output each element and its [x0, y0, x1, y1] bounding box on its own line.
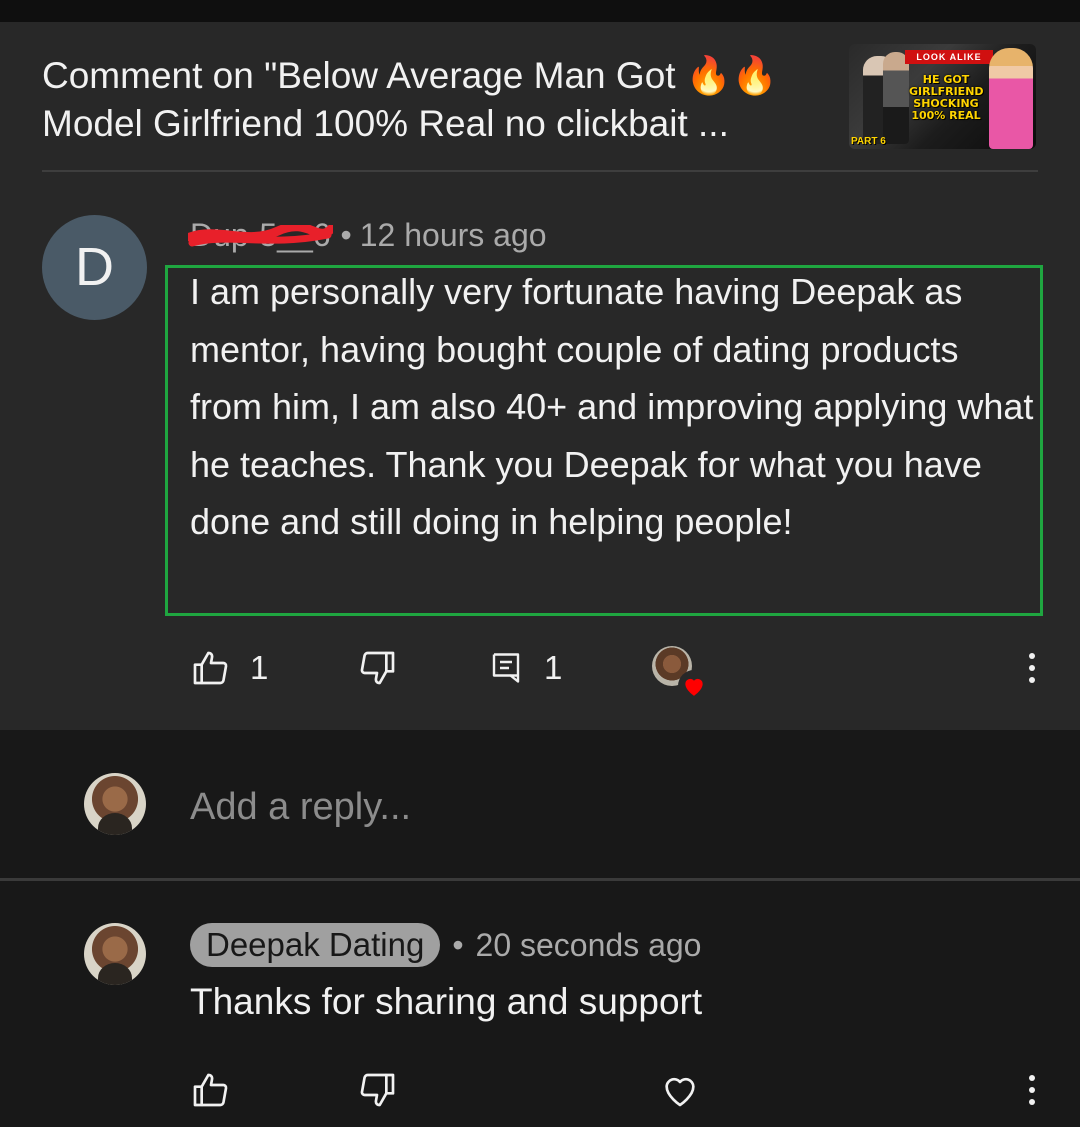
dislike-icon — [360, 1073, 395, 1107]
meta-separator: • — [452, 926, 464, 963]
comment-time: 12 hours ago — [359, 217, 547, 253]
video-thumbnail[interactable]: LOOK ALIKE HE GOT GIRLFRIEND SHOCKING 10… — [849, 44, 1036, 149]
video-title[interactable]: Comment on "Below Average Man Got 🔥🔥Mode… — [42, 52, 842, 148]
reply-bar — [0, 730, 1080, 878]
reply-author-chip[interactable]: Deepak Dating — [190, 923, 441, 967]
commenter-avatar[interactable]: D — [42, 215, 147, 320]
dislike-icon — [360, 651, 395, 685]
thumbnail-caption: HE GOT GIRLFRIEND SHOCKING 100% REAL — [909, 73, 984, 122]
like-icon — [193, 651, 228, 685]
like-button[interactable]: 1 — [190, 640, 268, 696]
thumbnail-person — [883, 52, 909, 144]
reply-text: Thanks for sharing and support — [190, 981, 703, 1022]
comment-actions: 1 1 — [190, 640, 1050, 702]
reply-count: 1 — [544, 649, 563, 686]
reply-meta: Deepak Dating • 20 seconds ago — [190, 923, 701, 967]
reply-button[interactable]: 1 — [488, 640, 562, 696]
heart-icon — [685, 678, 703, 696]
header-divider — [42, 170, 1038, 172]
reply-author-avatar[interactable] — [84, 923, 146, 985]
dislike-button[interactable] — [358, 1062, 398, 1118]
reply-divider — [0, 878, 1080, 881]
reply-time: 20 seconds ago — [475, 926, 702, 963]
user-avatar — [84, 773, 146, 835]
status-strip — [0, 0, 1080, 22]
like-icon — [193, 1073, 228, 1107]
heart-outline-icon — [665, 1077, 695, 1107]
thumbnail-part-label: PART 6 — [851, 136, 886, 147]
like-button[interactable] — [190, 1062, 230, 1118]
comment-meta: Dup-5__6 • 12 hours ago — [188, 215, 547, 255]
more-vert-icon[interactable] — [1017, 1062, 1047, 1118]
creator-heart-badge — [652, 646, 712, 702]
reply-actions — [190, 1062, 1050, 1118]
dislike-button[interactable] — [358, 640, 398, 696]
meta-separator: • — [340, 217, 352, 253]
thumbnail-banner: LOOK ALIKE — [905, 50, 993, 64]
reply-icon — [492, 653, 520, 683]
commenter-name[interactable]: Dup-5__6 — [188, 215, 333, 255]
reply-input[interactable]: Add a reply... — [190, 783, 411, 831]
comment-text: I am personally very fortunate having De… — [190, 271, 1034, 542]
like-count: 1 — [250, 649, 269, 686]
thumbnail-woman — [989, 48, 1033, 149]
more-vert-icon[interactable] — [1017, 640, 1047, 696]
heart-button[interactable] — [660, 1062, 700, 1118]
